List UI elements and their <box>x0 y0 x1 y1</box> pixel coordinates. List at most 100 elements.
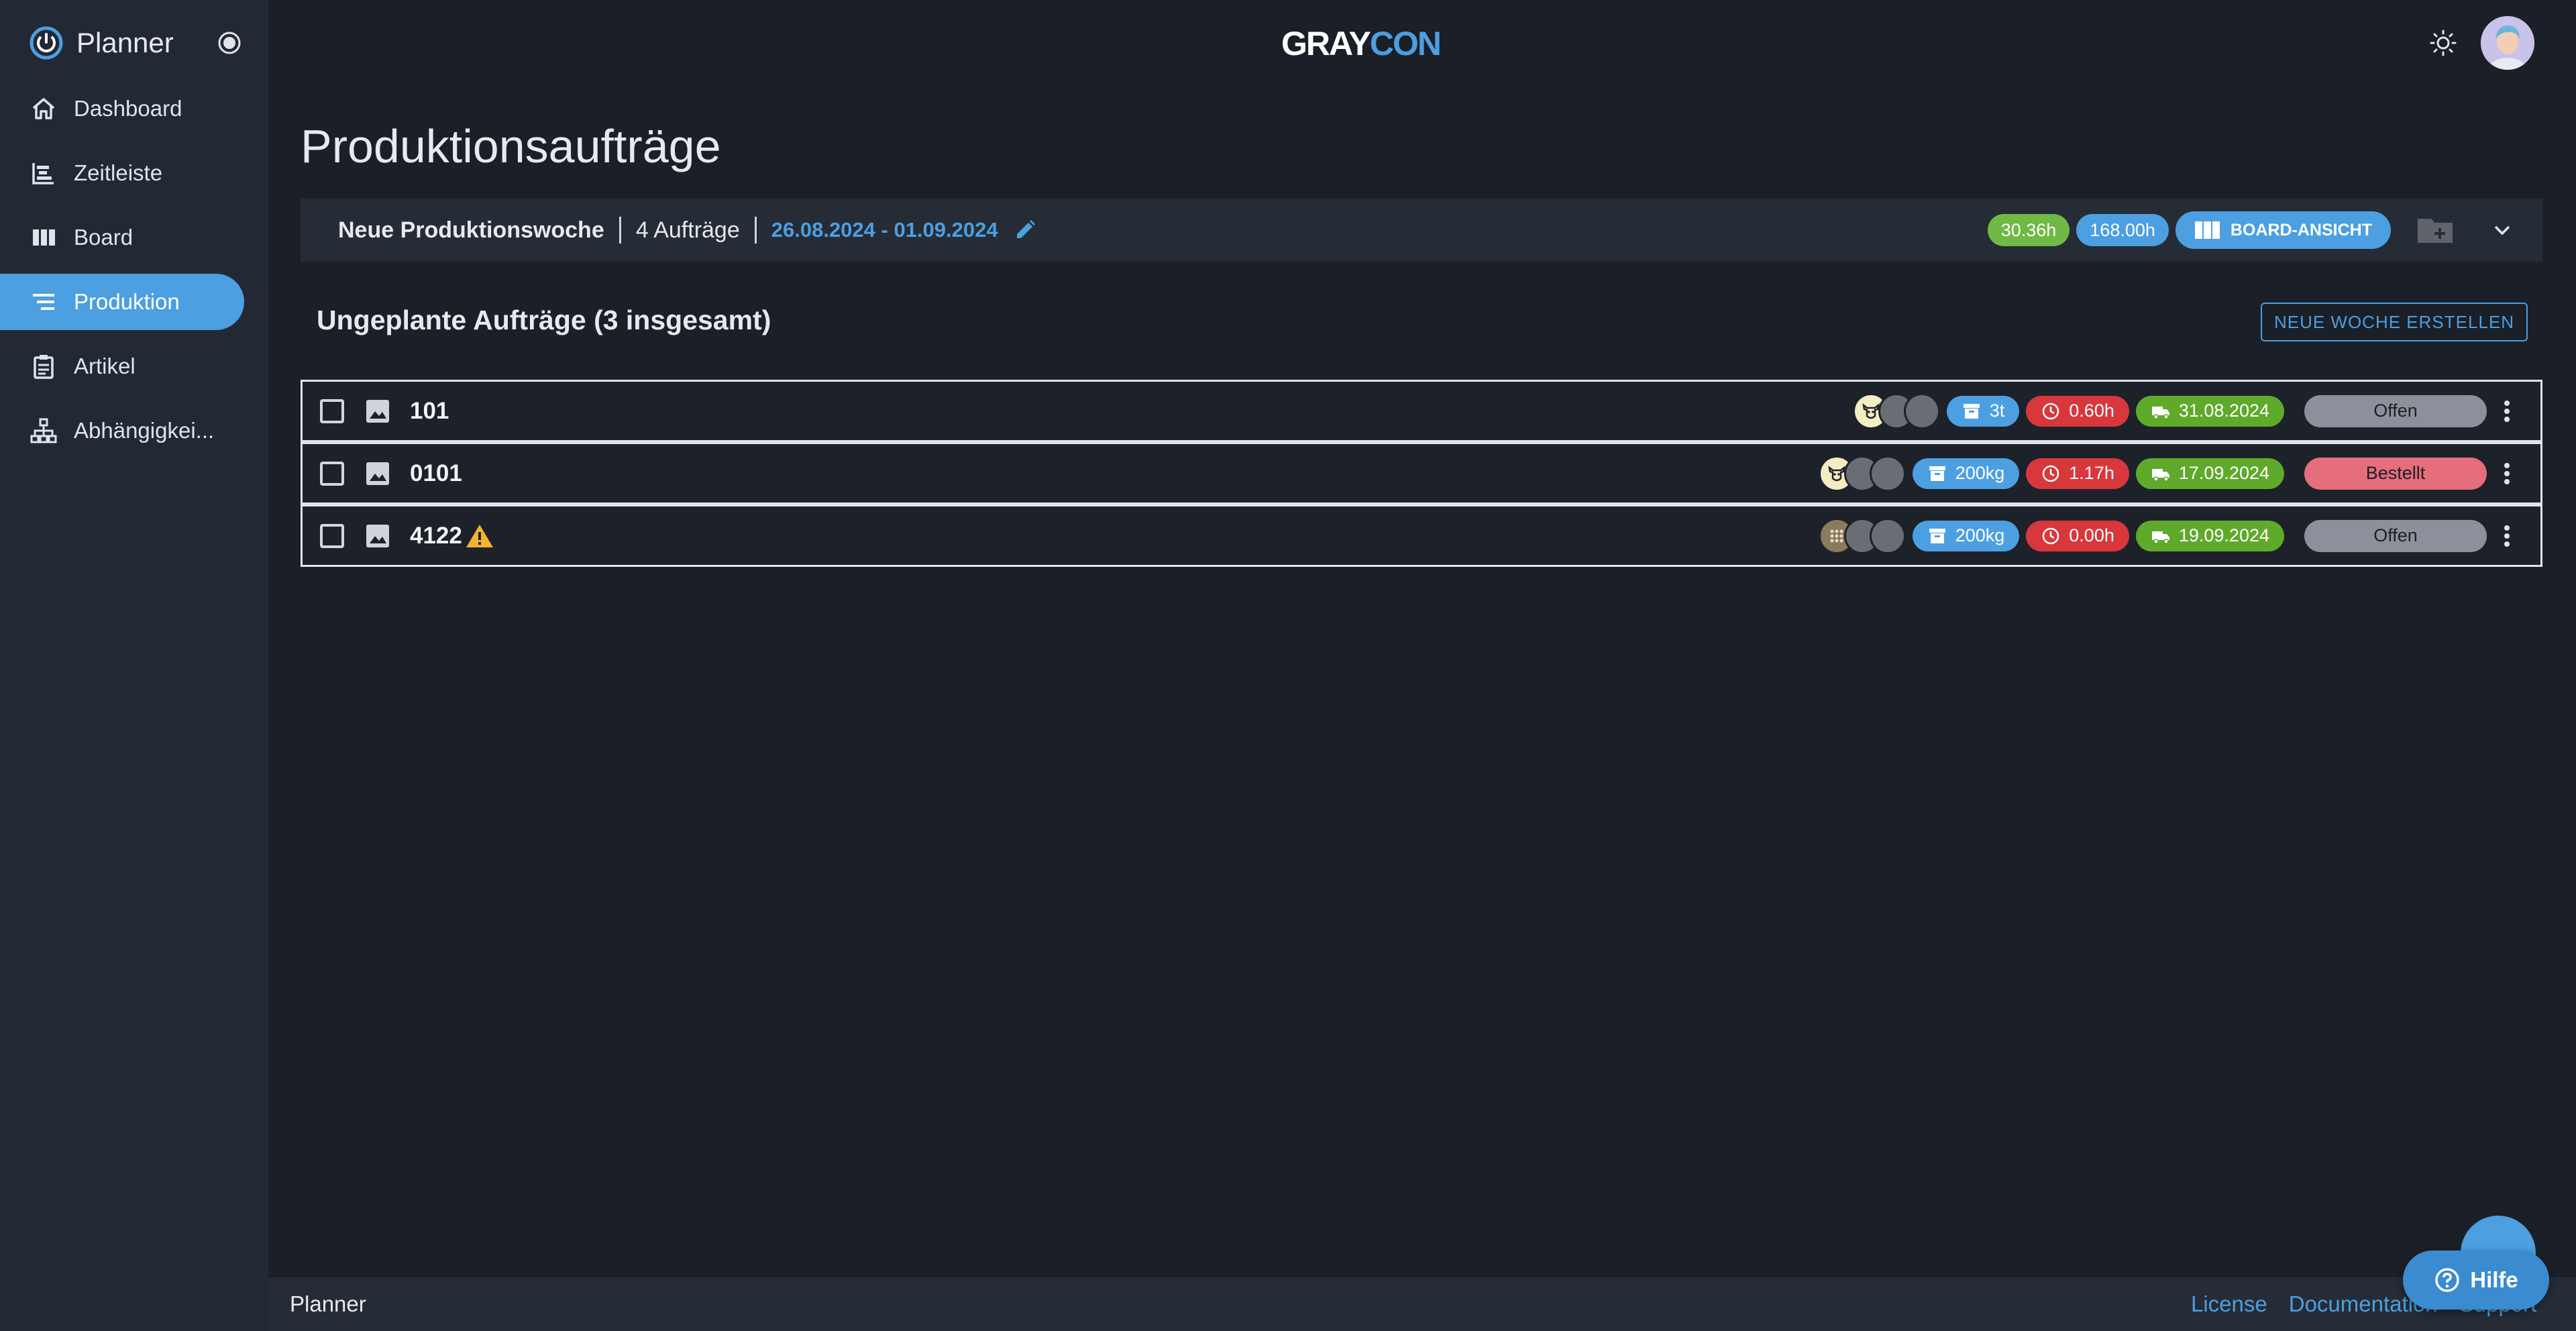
status-badge[interactable]: Bestellt <box>2304 457 2487 490</box>
image-icon <box>366 524 389 547</box>
sidebar-item-artikel[interactable]: Artikel <box>0 338 244 394</box>
assignee-avatars <box>1818 517 1906 554</box>
sidebar-item-label: Dashboard <box>74 96 182 121</box>
avatar-image <box>2481 16 2534 70</box>
quantity-value: 200kg <box>1955 463 2005 483</box>
archive-box-icon <box>1963 403 1980 419</box>
board-view-label: BOARD-ANSICHT <box>2230 220 2372 239</box>
delivery-date-value: 19.09.2024 <box>2178 525 2269 545</box>
sidebar-item-produktion[interactable]: Produktion <box>0 274 244 330</box>
clipboard-icon <box>34 355 54 379</box>
status-badge[interactable]: Offen <box>2304 394 2487 427</box>
more-vertical-icon[interactable] <box>2493 395 2520 427</box>
avatar <box>1869 455 1906 492</box>
brightness-icon[interactable] <box>2427 27 2459 59</box>
delivery-date-chip: 17.09.2024 <box>2135 458 2284 489</box>
company-logo: GRAYCON <box>1281 24 1442 63</box>
sidebar-nav: Dashboard Zeitleiste Board Produktion Ar… <box>0 81 268 467</box>
sidebar-item-label: Board <box>74 225 133 250</box>
duration-chip: 0.00h <box>2026 520 2129 551</box>
app-title: Planner <box>76 27 174 58</box>
duration-value: 0.00h <box>2069 525 2114 545</box>
duration-value: 0.60h <box>2069 401 2114 421</box>
footer-link-license[interactable]: License <box>2191 1291 2267 1317</box>
order-id: 0101 <box>410 460 462 486</box>
clock-icon <box>2043 403 2059 419</box>
truck-icon <box>2151 406 2169 419</box>
clock-icon <box>2043 527 2059 544</box>
hours-total-badge: 168.00h <box>2076 214 2169 246</box>
sidebar-item-label: Artikel <box>74 354 136 378</box>
quantity-chip: 200kg <box>1912 520 2020 551</box>
chevron-down-icon[interactable] <box>2489 217 2516 244</box>
home-icon <box>32 98 55 119</box>
footer: Planner License Documentation Support <box>268 1277 2576 1331</box>
week-actions: 30.36h 168.00h BOARD-ANSICHT <box>1981 199 2516 262</box>
sidebar-item-label: Produktion <box>74 289 180 314</box>
add-folder-icon[interactable] <box>2415 213 2455 247</box>
archive-box-icon <box>1929 528 1945 543</box>
pencil-icon[interactable] <box>1013 218 1037 242</box>
logo-part-con: CON <box>1369 25 1442 62</box>
quantity-chip: 200kg <box>1912 458 2020 489</box>
delivery-date-chip: 31.08.2024 <box>2135 395 2284 427</box>
page-title: Produktionsaufträge <box>301 120 721 172</box>
help-button[interactable]: Hilfe <box>2403 1250 2549 1310</box>
archive-box-icon <box>1929 466 1945 481</box>
avatar <box>1903 392 1940 429</box>
image-icon <box>366 462 389 485</box>
divider <box>619 217 621 244</box>
order-id: 101 <box>410 397 449 424</box>
row-checkbox[interactable] <box>320 398 344 423</box>
truck-icon <box>2151 468 2169 482</box>
quantity-value: 200kg <box>1955 525 2005 545</box>
order-row[interactable]: 4122 200kg 0.00h 19.09.2024 Offen <box>301 504 2542 567</box>
clock-icon <box>2043 465 2059 482</box>
order-meta: 200kg 0.00h 19.09.2024 Offen <box>1818 507 2540 565</box>
sidebar-item-abhaengigkeiten[interactable]: Abhängigkei... <box>0 403 244 459</box>
order-row[interactable]: 101 3t 0.60h 31.08.2024 Offen <box>301 380 2542 442</box>
divider <box>754 217 757 244</box>
order-id: 4122 <box>410 522 462 549</box>
image-icon <box>366 399 389 423</box>
quantity-chip: 3t <box>1946 395 2020 427</box>
more-vertical-icon[interactable] <box>2493 458 2520 490</box>
timeline-icon <box>32 163 54 184</box>
sidebar-item-label: Abhängigkei... <box>74 418 215 443</box>
sidebar-item-label: Zeitleiste <box>74 160 163 185</box>
sidebar-item-board[interactable]: Board <box>0 209 244 266</box>
board-icon <box>33 229 55 246</box>
order-meta: 3t 0.60h 31.08.2024 Offen <box>1852 382 2540 440</box>
delivery-date-value: 17.09.2024 <box>2178 463 2269 483</box>
week-order-count: 4 Aufträge <box>635 217 740 243</box>
help-label: Hilfe <box>2470 1267 2518 1292</box>
create-new-week-button[interactable]: NEUE WOCHE ERSTELLEN <box>2261 303 2528 341</box>
row-checkbox[interactable] <box>320 523 344 548</box>
row-checkbox[interactable] <box>320 461 344 486</box>
more-vertical-icon[interactable] <box>2493 520 2520 552</box>
power-logo-icon <box>30 26 63 60</box>
order-list: 101 3t 0.60h 31.08.2024 Offen 0101 200kg… <box>301 380 2542 567</box>
truck-icon <box>2151 531 2169 544</box>
status-badge[interactable]: Offen <box>2304 519 2487 552</box>
help-circle-icon <box>2435 1268 2459 1292</box>
assignee-avatars <box>1818 455 1906 492</box>
production-week-bar[interactable]: Neue Produktionswoche 4 Aufträge 26.08.2… <box>301 199 2542 262</box>
topbar: GRAYCON <box>268 0 2576 87</box>
brand[interactable]: Planner <box>30 24 174 62</box>
duration-chip: 1.17h <box>2026 458 2129 489</box>
assignee-avatars <box>1852 392 1940 429</box>
sidebar-item-zeitleiste[interactable]: Zeitleiste <box>0 145 244 201</box>
warning-icon <box>466 524 493 547</box>
order-meta: 200kg 1.17h 17.09.2024 Bestellt <box>1818 444 2540 502</box>
user-avatar[interactable] <box>2481 16 2534 70</box>
delivery-date-value: 31.08.2024 <box>2178 401 2269 421</box>
order-row[interactable]: 0101 200kg 1.17h 17.09.2024 Bestellt <box>301 442 2542 504</box>
production-icon <box>33 294 54 310</box>
sidebar-pin-icon[interactable] <box>216 30 243 56</box>
sidebar: Planner Dashboard Zeitleiste Board Produ… <box>0 0 268 1331</box>
board-view-button[interactable]: BOARD-ANSICHT <box>2175 211 2391 249</box>
sidebar-item-dashboard[interactable]: Dashboard <box>0 81 244 137</box>
week-date-range: 26.08.2024 - 01.09.2024 <box>771 218 998 242</box>
quantity-value: 3t <box>1989 401 2005 421</box>
